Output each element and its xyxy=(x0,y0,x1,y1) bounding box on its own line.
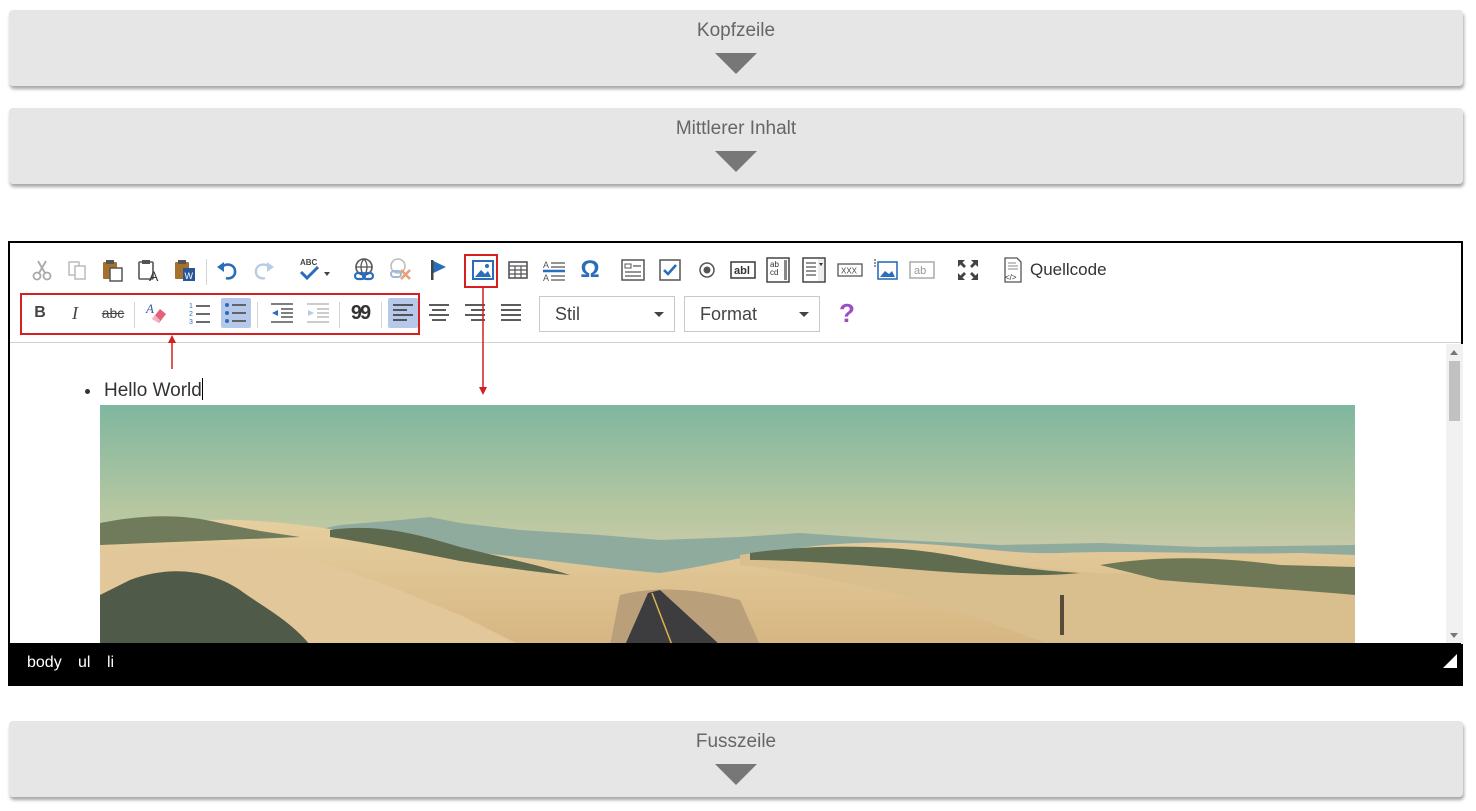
expand-triangle-icon xyxy=(715,151,757,172)
footer-section-label: Fusszeile xyxy=(695,731,777,752)
element-path-bar: body ul li xyxy=(10,643,1461,684)
path-item-body[interactable]: body xyxy=(27,654,62,672)
list-item-text: Hello World xyxy=(104,380,202,401)
vertical-scrollbar[interactable] xyxy=(1446,344,1463,644)
rich-text-editor: A W ABC AA Ω abl ab cd XXX ab </> Quellc… xyxy=(8,241,1463,686)
footer-section-bar[interactable]: Fusszeile xyxy=(9,721,1463,797)
text-cursor xyxy=(201,378,203,400)
expand-triangle-icon xyxy=(715,764,757,785)
path-item-ul[interactable]: ul xyxy=(78,654,90,672)
expand-triangle-icon xyxy=(715,53,757,74)
middle-section-label: Mittlerer Inhalt xyxy=(675,118,797,139)
scroll-down-icon[interactable] xyxy=(1450,633,1458,638)
editor-content-area[interactable]: Hello World xyxy=(10,344,1446,644)
bulleted-list: Hello World xyxy=(80,378,203,402)
resize-handle-icon[interactable] xyxy=(1443,654,1457,668)
list-item[interactable]: Hello World xyxy=(102,378,203,402)
desert-road-image[interactable] xyxy=(100,405,1355,644)
path-item-li[interactable]: li xyxy=(107,654,114,672)
scrollbar-thumb[interactable] xyxy=(1449,361,1460,421)
header-section-label: Kopfzeile xyxy=(696,20,776,41)
scroll-up-icon[interactable] xyxy=(1450,350,1458,355)
header-section-bar[interactable]: Kopfzeile xyxy=(9,10,1463,86)
middle-section-bar[interactable]: Mittlerer Inhalt xyxy=(9,108,1463,184)
